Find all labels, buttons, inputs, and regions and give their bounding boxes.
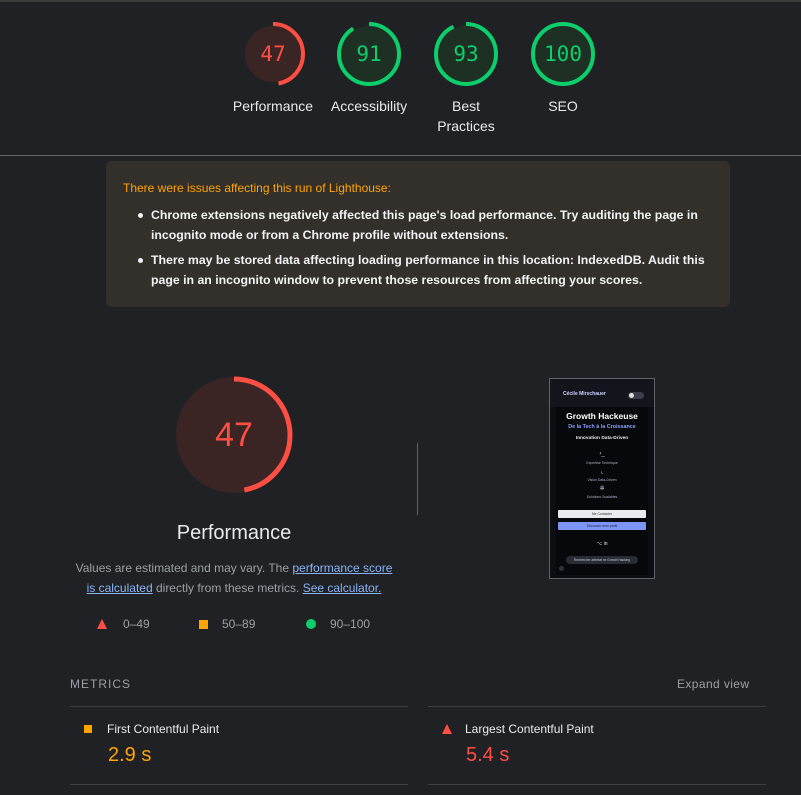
warning-list: Chrome extensions negatively affected th… bbox=[123, 205, 712, 290]
vertical-divider bbox=[417, 443, 418, 515]
gauge-label: Best Practices bbox=[437, 98, 495, 134]
thumb-contact-button: Me Contacter bbox=[558, 510, 646, 518]
metric-divider bbox=[428, 784, 766, 785]
gauge-ring: 100 bbox=[531, 22, 595, 86]
thumb-social-icons: ⌥ in bbox=[596, 541, 608, 547]
score-legend: 0–49 50–89 90–100 bbox=[0, 614, 801, 634]
metric-divider bbox=[70, 784, 408, 785]
gauge-ring: 47 bbox=[241, 22, 305, 86]
thumb-feature: Vision Data-Driven bbox=[587, 478, 617, 482]
metric-value: 5.4 s bbox=[466, 744, 510, 766]
thumb-name: Cécile Mirschauer bbox=[563, 391, 606, 397]
gauge-seo[interactable]: 100 SEO bbox=[514, 20, 612, 116]
gauge-label: SEO bbox=[548, 98, 578, 114]
gauge-score: 100 bbox=[544, 42, 582, 66]
metrics-heading: METRICS bbox=[70, 677, 131, 691]
gauge-label: Accessibility bbox=[330, 98, 408, 114]
performance-score: 47 bbox=[215, 416, 253, 454]
thumb-corner-icon bbox=[559, 566, 564, 571]
see-calculator-link[interactable]: See calculator. bbox=[303, 581, 382, 595]
chart-icon: ⌞ bbox=[600, 469, 604, 475]
section-divider bbox=[0, 155, 801, 156]
gauge-performance[interactable]: 47 Performance bbox=[224, 20, 322, 116]
gauge-score: 91 bbox=[356, 42, 381, 66]
warning-item: There may be stored data affecting loadi… bbox=[138, 250, 712, 290]
metric-name: First Contentful Paint bbox=[107, 722, 220, 736]
performance-gauge: 47 bbox=[175, 376, 293, 494]
thumb-header: Cécile Mirschauer bbox=[550, 379, 654, 407]
legend-fail: 0–49 bbox=[97, 617, 150, 631]
toggle-icon bbox=[628, 392, 644, 399]
thumb-subtitle: De la Tech à la Croissance bbox=[568, 424, 636, 430]
gauge-label: Performance bbox=[232, 98, 314, 114]
metric-first-contentful-paint[interactable]: First Contentful Paint 2.9 s bbox=[70, 722, 408, 772]
final-screenshot[interactable]: Cécile Mirschauer Growth Hackeuse De la … bbox=[549, 378, 655, 579]
thumb-body: Growth Hackeuse De la Tech à la Croissan… bbox=[556, 407, 648, 575]
warning-title: There were issues affecting this run of … bbox=[123, 181, 391, 195]
square-icon bbox=[84, 725, 92, 733]
square-icon bbox=[199, 619, 208, 629]
expand-view-toggle[interactable]: Expand view bbox=[677, 677, 749, 691]
thumb-title: Growth Hackeuse bbox=[566, 411, 638, 421]
gauge-score: 47 bbox=[260, 42, 285, 66]
legend-label: 90–100 bbox=[330, 617, 371, 631]
performance-description: Values are estimated and may vary. The p… bbox=[70, 558, 398, 598]
legend-label: 50–89 bbox=[222, 617, 256, 631]
thumb-profile-button: Découvrir mon profil bbox=[558, 522, 646, 530]
run-warnings: There were issues affecting this run of … bbox=[106, 161, 730, 307]
desc-text: directly from these metrics. bbox=[152, 581, 303, 595]
gear-icon: ✲ bbox=[599, 486, 605, 492]
gauge-ring: 93 bbox=[434, 22, 498, 86]
thumb-feature: Solutions Scalables bbox=[586, 495, 618, 499]
gauge-best-practices[interactable]: 93 Best Practices bbox=[417, 20, 515, 136]
terminal-icon: ›_ bbox=[599, 451, 605, 457]
legend-pass: 90–100 bbox=[306, 617, 370, 631]
thumb-feature: Expertise Technique bbox=[586, 461, 618, 465]
metric-largest-contentful-paint[interactable]: Largest Contentful Paint 5.4 s bbox=[428, 722, 766, 772]
metric-value: 2.9 s bbox=[108, 744, 152, 766]
desc-text: Values are estimated and may vary. The bbox=[75, 561, 293, 575]
performance-title: Performance bbox=[176, 522, 292, 544]
top-border bbox=[0, 0, 801, 2]
legend-average: 50–89 bbox=[199, 617, 255, 631]
circle-icon bbox=[306, 619, 316, 629]
metric-name: Largest Contentful Paint bbox=[465, 722, 594, 736]
metric-divider bbox=[70, 706, 408, 707]
legend-label: 0–49 bbox=[123, 617, 150, 631]
gauge-ring: 91 bbox=[337, 22, 401, 86]
warning-item: Chrome extensions negatively affected th… bbox=[138, 205, 712, 245]
thumb-pill: Rechercher attentat ne Growth Hacking bbox=[566, 556, 638, 564]
score-gauges: 47 Performance 91 Accessibility 93 Best … bbox=[0, 20, 801, 150]
triangle-icon bbox=[442, 724, 452, 734]
thumb-tagline: Innovation Data-Driven bbox=[575, 436, 629, 441]
metric-divider bbox=[428, 706, 766, 707]
gauge-accessibility[interactable]: 91 Accessibility bbox=[320, 20, 418, 116]
gauge-score: 93 bbox=[453, 42, 478, 66]
triangle-icon bbox=[97, 619, 107, 629]
